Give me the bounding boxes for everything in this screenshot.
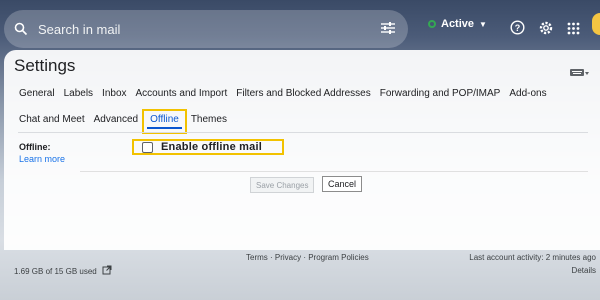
- enable-offline-option[interactable]: Enable offline mail: [132, 139, 284, 155]
- settings-tabs-row-2: Chat and Meet Advanced Offline Themes: [19, 109, 227, 134]
- apps-icon[interactable]: [567, 22, 580, 40]
- save-changes-button[interactable]: Save Changes: [250, 177, 315, 193]
- keyboard-icon[interactable]: [570, 65, 590, 83]
- external-link-icon[interactable]: [102, 265, 112, 277]
- cancel-button[interactable]: Cancel: [322, 176, 363, 192]
- tab-labels[interactable]: Labels: [64, 88, 93, 99]
- help-icon[interactable]: ?: [510, 20, 525, 40]
- tab-advanced[interactable]: Advanced: [94, 114, 138, 129]
- settings-panel: Settings General Labels Inbox Accounts a…: [4, 50, 600, 250]
- status-dot-icon: [428, 20, 436, 28]
- last-account-activity: Last account activity: 2 minutes ago: [469, 253, 596, 262]
- learn-more-link[interactable]: Learn more: [19, 154, 65, 164]
- avatar[interactable]: [592, 13, 600, 35]
- enable-offline-checkbox[interactable]: [142, 141, 153, 153]
- tab-offline[interactable]: Offline: [142, 109, 187, 134]
- top-bar: Active ▼ ?: [0, 0, 600, 50]
- status-label: Active: [441, 18, 475, 30]
- details-link[interactable]: Details: [572, 266, 596, 275]
- actions-divider: [80, 171, 588, 172]
- tab-forwarding-and-pop-imap[interactable]: Forwarding and POP/IMAP: [380, 88, 501, 99]
- tab-chat-and-meet[interactable]: Chat and Meet: [19, 114, 85, 129]
- footer: 1.69 GB of 15 GB used Terms · Privacy · …: [0, 250, 600, 300]
- enable-offline-label: Enable offline mail: [161, 141, 262, 153]
- tab-themes[interactable]: Themes: [191, 114, 227, 129]
- tab-filters-and-blocked-addresses[interactable]: Filters and Blocked Addresses: [236, 88, 371, 99]
- status-selector[interactable]: Active ▼: [428, 18, 487, 30]
- search-input[interactable]: [38, 21, 338, 37]
- offline-section-label: Offline:: [19, 142, 51, 152]
- tab-add-ons[interactable]: Add-ons: [509, 88, 546, 99]
- tabs-divider: [18, 132, 588, 133]
- settings-tabs-row-1: General Labels Inbox Accounts and Import…: [19, 88, 547, 99]
- storage-text: 1.69 GB of 15 GB used: [14, 266, 97, 276]
- chevron-down-icon: ▼: [479, 19, 487, 29]
- page-title: Settings: [14, 56, 76, 75]
- tab-inbox[interactable]: Inbox: [102, 88, 126, 99]
- tab-general[interactable]: General: [19, 88, 55, 99]
- tune-icon[interactable]: [380, 21, 396, 40]
- tab-accounts-and-import[interactable]: Accounts and Import: [136, 88, 228, 99]
- svg-text:?: ?: [515, 23, 521, 33]
- footer-links[interactable]: Terms · Privacy · Program Policies: [246, 253, 369, 262]
- gear-icon[interactable]: [538, 20, 554, 41]
- search-icon[interactable]: [4, 22, 38, 36]
- search-bar[interactable]: [4, 10, 408, 48]
- storage-usage: 1.69 GB of 15 GB used: [14, 265, 112, 277]
